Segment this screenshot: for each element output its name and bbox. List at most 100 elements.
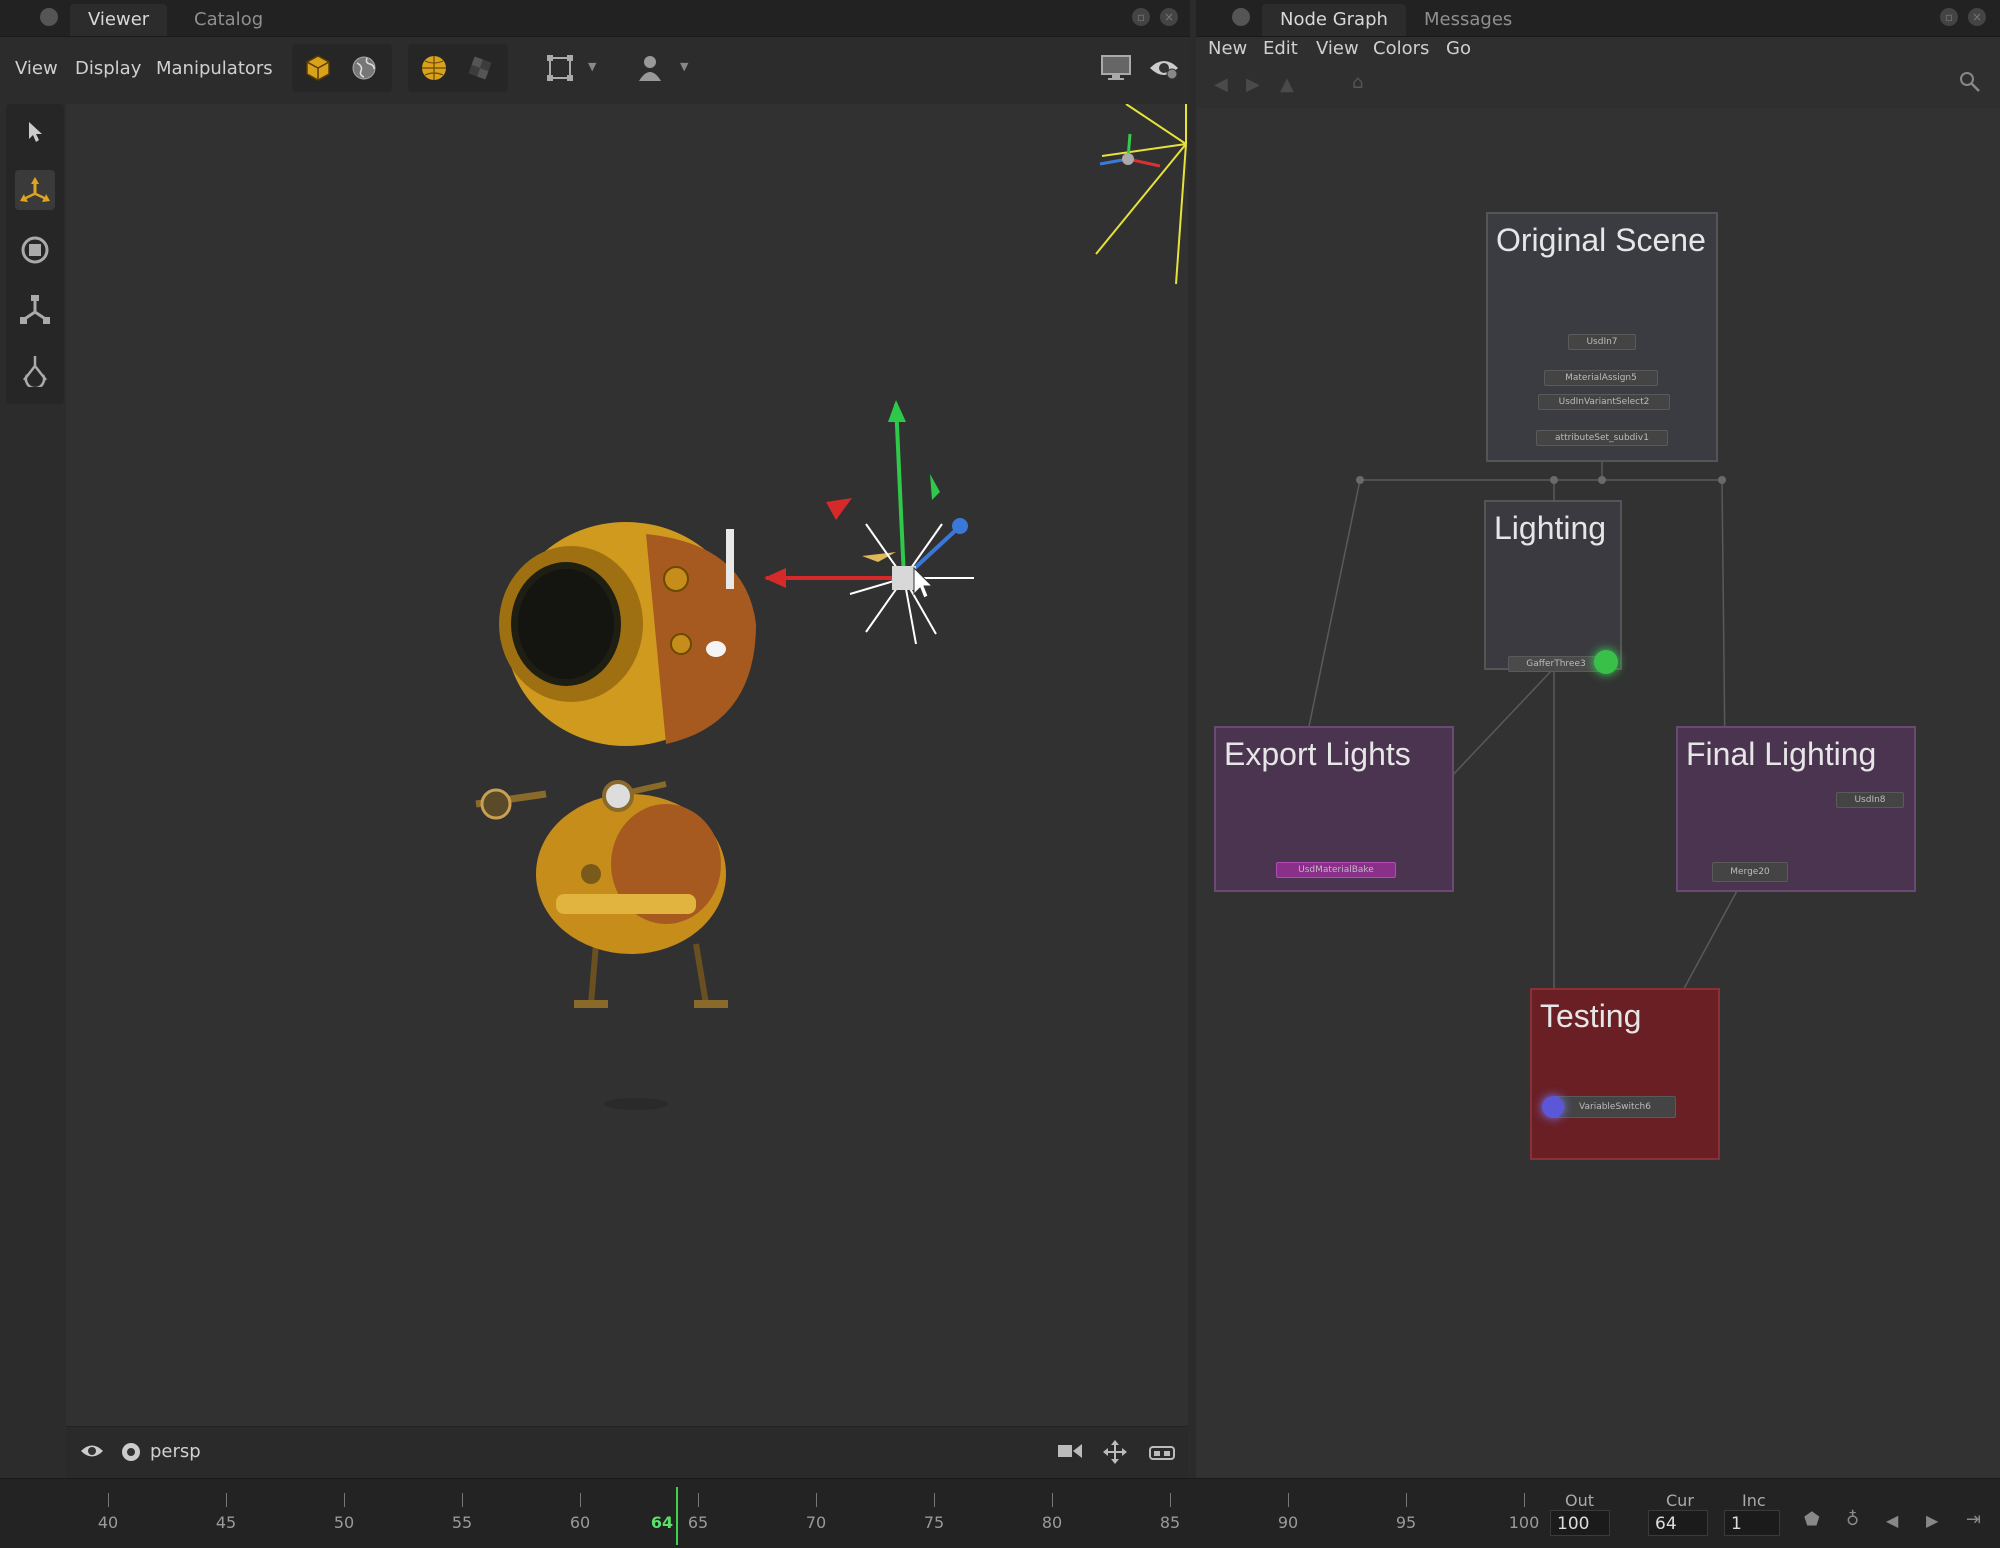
tick-label: 65	[687, 1513, 709, 1532]
scale-icon[interactable]	[15, 290, 55, 330]
menu-edit[interactable]: Edit	[1263, 38, 1298, 59]
play-forward-icon[interactable]: ▶	[1926, 1511, 1938, 1530]
tab-viewer[interactable]: Viewer	[70, 4, 168, 36]
menu-view[interactable]: View	[15, 58, 58, 79]
rotate-icon[interactable]	[15, 230, 55, 270]
frame-icon[interactable]	[540, 48, 580, 88]
tick-label: 50	[333, 1513, 355, 1532]
menu-colors[interactable]: Colors	[1373, 38, 1429, 59]
nav-forward-icon[interactable]: ▶	[1246, 74, 1260, 95]
cur-label: Cur	[1666, 1491, 1694, 1510]
person-icon[interactable]	[630, 48, 670, 88]
frame-ruler[interactable]: 40 45 50 55 60 65 70 75 80 85 90 95 100 …	[0, 1479, 1546, 1548]
inc-field[interactable]: 1	[1724, 1510, 1780, 1536]
tab-gear-icon[interactable]	[40, 8, 58, 26]
tab-gear-icon[interactable]	[1232, 8, 1250, 26]
viewer-tab-bar: Viewer Catalog ▫ ×	[0, 0, 1190, 37]
tick-label: 95	[1395, 1513, 1417, 1532]
node-gafferthree3[interactable]: GafferThree3	[1508, 656, 1604, 672]
tick-label: 40	[97, 1513, 119, 1532]
home-icon[interactable]: ⌂	[1352, 72, 1363, 93]
backdrop-testing[interactable]: Testing VariableSwitch6	[1530, 988, 1720, 1160]
robot-character	[475, 522, 756, 1110]
menu-view[interactable]: View	[1316, 38, 1359, 59]
maximize-icon[interactable]: ▫	[1940, 8, 1958, 26]
backdrop-final-lighting[interactable]: Final Lighting UsdIn8 Merge20	[1676, 726, 1916, 892]
person-dropdown-icon[interactable]: ▼	[680, 60, 688, 73]
camera-frustum-icon	[1095, 103, 1187, 285]
node-usdmaterialbake[interactable]: UsdMaterialBake	[1276, 862, 1396, 878]
cube-icon[interactable]	[298, 48, 338, 88]
pan-icon[interactable]	[1102, 1439, 1128, 1465]
scene-drawing	[475, 103, 1187, 1110]
nav-back-icon[interactable]: ◀	[1214, 74, 1228, 95]
step-forward-icon[interactable]: ⇥	[1966, 1509, 1981, 1530]
node-output-indicator-icon	[1594, 650, 1618, 674]
globe-icon[interactable]	[344, 48, 384, 88]
manipulator-tool-column	[6, 104, 64, 404]
play-backward-icon[interactable]: ◀	[1886, 1511, 1898, 1530]
translate-icon[interactable]	[15, 170, 55, 210]
backdrop-title: Original Scene	[1496, 222, 1706, 258]
out-label: Out	[1565, 1491, 1595, 1510]
close-icon[interactable]: ×	[1160, 8, 1178, 26]
tick-label: 75	[923, 1513, 945, 1532]
menu-go[interactable]: Go	[1446, 38, 1471, 59]
eye-icon[interactable]	[1144, 48, 1184, 88]
menu-display[interactable]: Display	[75, 58, 141, 79]
select-arrow-icon[interactable]	[15, 112, 55, 152]
menu-new[interactable]: New	[1208, 38, 1247, 59]
loop-icon[interactable]: ♁	[1846, 1509, 1859, 1530]
node-usdinvariantselect2[interactable]: UsdInVariantSelect2	[1538, 394, 1670, 410]
node-variableswitch6[interactable]: VariableSwitch6	[1554, 1096, 1676, 1118]
backdrop-title: Testing	[1540, 998, 1642, 1034]
playhead[interactable]	[676, 1487, 678, 1545]
backdrop-lighting[interactable]: Lighting GafferThree3	[1484, 500, 1622, 674]
node-merge20[interactable]: Merge20	[1712, 862, 1788, 882]
camera-gear-icon[interactable]	[120, 1441, 142, 1463]
search-icon[interactable]	[1958, 70, 1982, 94]
tick-label: 55	[451, 1513, 473, 1532]
backdrop-title: Export Lights	[1224, 736, 1411, 772]
viewport-footer: persp	[66, 1426, 1188, 1479]
keyframe-icon[interactable]: ⬟	[1804, 1509, 1820, 1530]
nodegraph-tab-bar: Node Graph Messages ▫ ×	[1196, 0, 2000, 37]
node-usdin7[interactable]: UsdIn7	[1568, 334, 1636, 350]
shaded-sphere-icon[interactable]	[414, 48, 454, 88]
shading-toolgroup	[292, 44, 392, 92]
tick-label: 70	[805, 1513, 827, 1532]
viewport-3d[interactable]	[66, 103, 1188, 1426]
backdrop-original-scene[interactable]: Original Scene UsdIn7 MaterialAssign5 Us…	[1486, 212, 1718, 462]
monitor-icon[interactable]	[1096, 48, 1136, 88]
tick-label: 85	[1159, 1513, 1181, 1532]
camera-label[interactable]: persp	[150, 1441, 201, 1462]
backdrop-title: Lighting	[1494, 510, 1607, 546]
headset-icon[interactable]	[1148, 1441, 1176, 1461]
node-usdin8[interactable]: UsdIn8	[1836, 792, 1904, 808]
node-graph-canvas[interactable]: Original Scene UsdIn7 MaterialAssign5 Us…	[1196, 108, 2000, 1478]
menu-manipulators[interactable]: Manipulators	[156, 58, 273, 79]
node-materialassign5[interactable]: MaterialAssign5	[1544, 370, 1658, 386]
maximize-icon[interactable]: ▫	[1132, 8, 1150, 26]
backdrop-export-lights[interactable]: Export Lights UsdMaterialBake	[1214, 726, 1454, 892]
tab-catalog[interactable]: Catalog	[176, 4, 281, 36]
out-frame-field[interactable]: 100	[1550, 1510, 1610, 1536]
close-icon[interactable]: ×	[1968, 8, 1986, 26]
tab-node-graph[interactable]: Node Graph	[1262, 4, 1406, 36]
light-manipulator-icon[interactable]	[15, 350, 55, 390]
camera-toggle-icon[interactable]	[1056, 1441, 1084, 1461]
cur-frame-field[interactable]: 64	[1648, 1510, 1708, 1536]
view-flag-icon[interactable]	[1542, 1096, 1564, 1118]
tick-label: 100	[1508, 1513, 1540, 1532]
inc-label: Inc	[1742, 1491, 1766, 1510]
nav-up-icon[interactable]: ▲	[1280, 74, 1294, 95]
tab-messages[interactable]: Messages	[1406, 4, 1530, 36]
frame-dropdown-icon[interactable]: ▼	[588, 60, 596, 73]
tick-label: 45	[215, 1513, 237, 1532]
backdrop-title: Final Lighting	[1686, 736, 1877, 772]
playhead-frame-label: 64	[650, 1513, 674, 1532]
checker-icon[interactable]	[460, 48, 500, 88]
node-attributeset-subdiv1[interactable]: attributeSet_subdiv1	[1536, 430, 1668, 446]
timeline-bar[interactable]: 40 45 50 55 60 65 70 75 80 85 90 95 100 …	[0, 1478, 2000, 1548]
visibility-eye-icon[interactable]	[80, 1441, 104, 1461]
